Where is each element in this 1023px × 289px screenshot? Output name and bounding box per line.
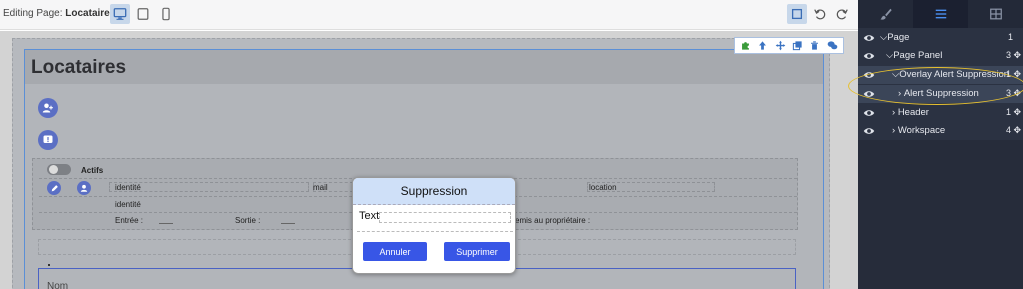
sortie-field[interactable] [281, 215, 295, 224]
redo-icon [836, 9, 848, 20]
redo-button[interactable] [832, 4, 852, 24]
tree-item-workspace[interactable]: › Workspace 4 ✥ [858, 122, 1023, 140]
delete-button[interactable]: Supprimer [444, 242, 510, 261]
eye-icon[interactable] [863, 69, 875, 81]
arrow-up-icon[interactable] [756, 39, 770, 53]
editing-page-name: Locataires [65, 8, 116, 19]
tree-item-page[interactable]: ⌵Page 1 [858, 29, 1023, 47]
layers-sidebar: ⌵Page 1 ⌵Page Panel 3 ✥ ⌵Overlay Alert S… [858, 0, 1023, 289]
eye-icon[interactable] [863, 50, 875, 62]
tree-item-page-panel[interactable]: ⌵Page Panel 3 ✥ [858, 47, 1023, 65]
mobile-icon [162, 7, 170, 21]
brush-icon [879, 8, 892, 20]
modal-title: Suppression [353, 178, 515, 205]
tree-item-count: 1 [1007, 32, 1013, 42]
identite-label: identité [115, 183, 141, 192]
tree-item-count: 4 ✥ [1005, 125, 1021, 135]
move-icon[interactable] [773, 39, 787, 53]
list-icon [935, 9, 946, 19]
modal-text-field[interactable] [379, 212, 511, 223]
editing-page-label: Editing Page: Locataires [3, 8, 115, 19]
entree-field[interactable] [159, 215, 173, 224]
undo-button[interactable] [810, 4, 830, 24]
desktop-icon [113, 8, 127, 20]
tab-blocks[interactable] [968, 0, 1023, 28]
eye-icon[interactable] [863, 32, 875, 44]
tree-item-label: › Workspace [892, 125, 946, 136]
nom-label: Nom [47, 281, 69, 289]
tree-item-count: 1 ✥ [1005, 69, 1021, 79]
sidebar-empty-area [858, 140, 1023, 289]
app-root: Editing Page: Locataires Locataires Acti… [0, 0, 1023, 289]
panel-title: Locataires [31, 57, 127, 78]
tree-item-label: ⌵Page Panel [886, 50, 943, 61]
user-icon [77, 181, 91, 195]
toggle-label: Actifs [81, 166, 104, 175]
square-icon [791, 8, 803, 20]
panel-header: Locataires [25, 50, 823, 84]
tree-item-count: 1 ✥ [1005, 107, 1021, 117]
modal-text: Text [359, 210, 380, 222]
tablet-view-button[interactable] [133, 4, 153, 24]
tree-item-label: › Alert Suppression [898, 88, 979, 99]
cancel-button[interactable]: Annuler [363, 242, 427, 261]
tab-layers[interactable] [913, 0, 968, 28]
tablet-icon [137, 8, 149, 20]
remis-label: emis au propriétaire : [515, 216, 591, 225]
sortie-label: Sortie : [235, 216, 261, 225]
add-user-icon[interactable] [38, 98, 58, 118]
sidebar-tabs [858, 0, 1023, 28]
tree-item-overlay-alert-suppression[interactable]: ⌵Overlay Alert Suppression 1 ✥ [858, 66, 1023, 84]
mobile-view-button[interactable] [156, 4, 176, 24]
tree-item-count: 3 ✥ [1005, 88, 1021, 98]
tab-style[interactable] [858, 0, 913, 28]
actifs-toggle[interactable] [47, 164, 71, 175]
grid-icon [989, 8, 1002, 20]
tree-item-label: ⌵Page [880, 32, 910, 43]
undo-icon [814, 9, 826, 20]
modal-divider [357, 231, 513, 232]
identite-label-2: identité [115, 200, 141, 209]
edit-icon[interactable] [47, 181, 61, 195]
entree-label: Entrée : [115, 216, 144, 225]
chat-icon[interactable] [825, 39, 839, 53]
top-toolbar: Editing Page: Locataires [0, 0, 858, 30]
tree-item-label: ⌵Overlay Alert Suppression [892, 69, 1010, 80]
tree-item-alert-suppression[interactable]: › Alert Suppression 3 ✥ [858, 85, 1023, 103]
eye-icon[interactable] [863, 88, 875, 100]
editing-prefix: Editing Page: [3, 8, 63, 19]
tree-item-header[interactable]: › Header 1 ✥ [858, 104, 1023, 122]
desktop-view-button[interactable] [110, 4, 130, 24]
puzzle-icon[interactable] [739, 39, 753, 53]
duplicate-icon[interactable] [791, 39, 805, 53]
trash-icon[interactable] [808, 39, 822, 53]
frame-toggle-button[interactable] [787, 4, 807, 24]
tree-item-label: › Header [892, 107, 929, 118]
eye-icon[interactable] [863, 125, 875, 137]
element-action-bar [734, 37, 844, 54]
mail-label: mail [313, 183, 328, 192]
location-label: location [589, 183, 617, 192]
eye-icon[interactable] [863, 107, 875, 119]
alert-icon[interactable] [38, 130, 58, 150]
suppression-modal: Suppression Text Annuler Supprimer [352, 177, 516, 274]
dot-marker [48, 264, 50, 266]
tree-item-count: 3 ✥ [1005, 50, 1021, 60]
